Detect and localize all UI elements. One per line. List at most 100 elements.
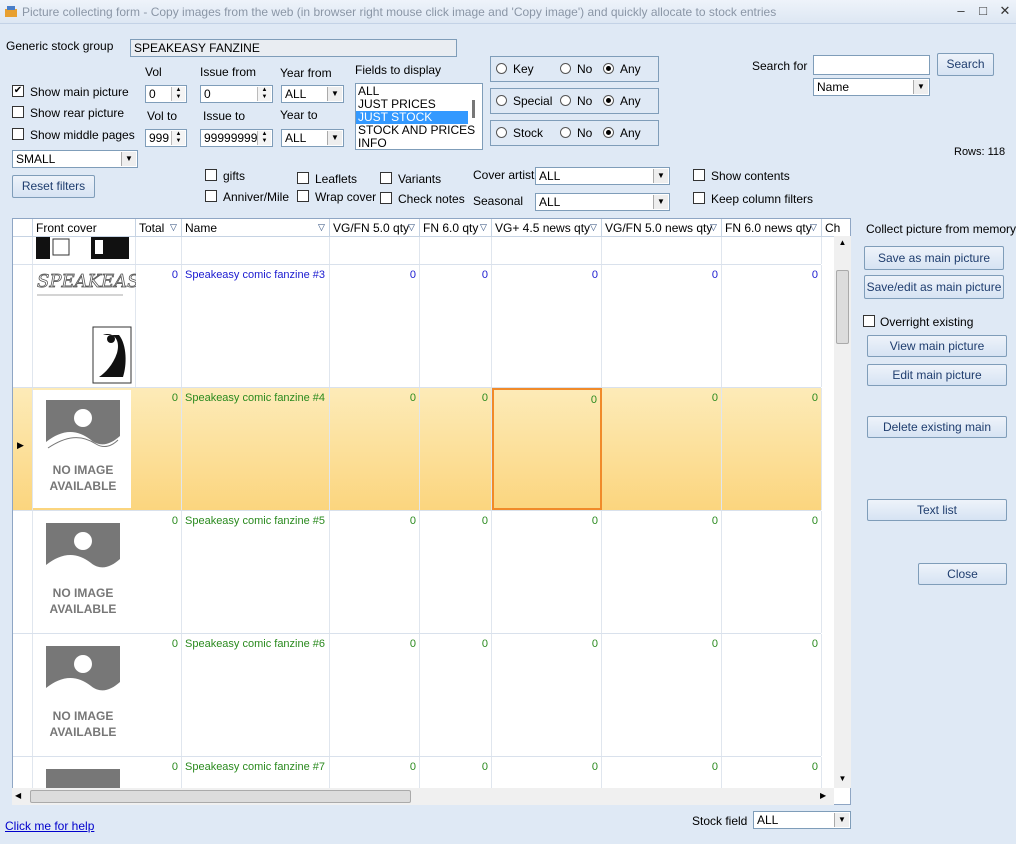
qty-cell[interactable]: 0	[602, 388, 722, 510]
total-cell[interactable]: 0	[136, 388, 182, 510]
key-radio[interactable]	[496, 63, 507, 74]
name-cell[interactable]: Speakeasy comic fanzine #6	[182, 634, 330, 756]
qty-cell-focused[interactable]: 0	[492, 388, 602, 510]
wrap-cover-checkbox[interactable]	[297, 190, 309, 202]
filter-icon[interactable]: ▽	[810, 223, 818, 232]
stock-grid[interactable]: Front cover Total ▽ Name ▽ VG/FN 5.0 qty ▽ …	[12, 218, 851, 805]
fields-to-display-list[interactable]: ALL JUST PRICES JUST STOCK STOCK AND PRI…	[355, 83, 483, 150]
search-button[interactable]: Search	[937, 53, 994, 76]
col-vgfn50-news[interactable]: VG/FN 5.0 news qty ▽	[602, 219, 722, 237]
stock-no-radio[interactable]	[560, 127, 571, 138]
save-as-main-button[interactable]: Save as main picture	[864, 246, 1004, 270]
qty-cell[interactable]: 0	[602, 511, 722, 633]
keep-column-filters-checkbox[interactable]	[693, 192, 705, 204]
fields-option[interactable]: INFO	[356, 137, 482, 150]
special-any-radio[interactable]	[603, 95, 614, 106]
search-field-select[interactable]: Name ▼	[813, 78, 930, 96]
special-radio[interactable]	[496, 95, 507, 106]
table-row-selected[interactable]: ▶ NO IMAGE AVAILABLE 0 Speakeasy comic fa…	[13, 388, 822, 511]
close-button[interactable]: Close	[918, 563, 1007, 585]
reset-filters-button[interactable]: Reset filters	[12, 175, 95, 198]
qty-cell[interactable]: 0	[722, 511, 822, 633]
scroll-down-icon[interactable]: ▼	[836, 774, 849, 784]
year-from-select[interactable]: ALL ▼	[281, 85, 344, 103]
delete-existing-main-button[interactable]: Delete existing main	[867, 416, 1007, 438]
seasonal-select[interactable]: ALL ▼	[535, 193, 670, 211]
minimize-button[interactable]: –	[950, 2, 972, 20]
picture-size-select[interactable]: SMALL ▼	[12, 150, 138, 168]
qty-cell[interactable]: 0	[602, 265, 722, 387]
edit-main-picture-button[interactable]: Edit main picture	[867, 364, 1007, 386]
show-middle-pages-checkbox[interactable]	[12, 128, 24, 140]
vol-to-stepper[interactable]: 999 ▲ ▼	[145, 129, 187, 147]
show-rear-picture-checkbox[interactable]	[12, 106, 24, 118]
vertical-scroll-thumb[interactable]	[836, 270, 849, 344]
qty-cell[interactable]: 0	[722, 265, 822, 387]
qty-cell[interactable]: 0	[420, 388, 492, 510]
table-row[interactable]: SPEAKEASY 0 Speakeasy comic fanzine #3 0…	[13, 265, 822, 388]
scroll-right-icon[interactable]: ▶	[820, 791, 830, 802]
table-row-partial[interactable]	[13, 237, 822, 265]
show-main-picture-checkbox[interactable]: ✔	[12, 85, 24, 97]
scroll-left-icon[interactable]: ◀	[15, 791, 25, 802]
vol-stepper[interactable]: 0 ▲ ▼	[145, 85, 187, 103]
show-contents-checkbox[interactable]	[693, 169, 705, 181]
row-pointer-icon[interactable]: ▶	[13, 388, 33, 510]
issue-from-stepper[interactable]: 0 ▲ ▼	[200, 85, 273, 103]
overright-existing-checkbox[interactable]	[863, 315, 875, 327]
col-total[interactable]: Total ▽	[136, 219, 182, 237]
qty-cell[interactable]: 0	[330, 388, 420, 510]
row-selector[interactable]	[13, 237, 33, 264]
maximize-button[interactable]: □	[972, 2, 994, 20]
save-edit-main-button[interactable]: Save/edit as main picture	[864, 275, 1004, 299]
cover-artist-select[interactable]: ALL ▼	[535, 167, 670, 185]
row-selector[interactable]	[13, 511, 33, 633]
name-cell[interactable]: Speakeasy comic fanzine #4	[182, 388, 330, 510]
col-name[interactable]: Name ▽	[182, 219, 330, 237]
filter-icon[interactable]: ▽	[170, 223, 178, 232]
table-row[interactable]: NO IMAGE AVAILABLE 0 Speakeasy comic fanz…	[13, 511, 822, 634]
leaflets-checkbox[interactable]	[297, 172, 309, 184]
qty-cell[interactable]: 0	[492, 634, 602, 756]
qty-cell[interactable]: 0	[722, 634, 822, 756]
name-cell[interactable]: Speakeasy comic fanzine #5	[182, 511, 330, 633]
gifts-checkbox[interactable]	[205, 169, 217, 181]
key-no-radio[interactable]	[560, 63, 571, 74]
filter-icon[interactable]: ▽	[480, 223, 488, 232]
col-vgfn50[interactable]: VG/FN 5.0 qty ▽	[330, 219, 420, 237]
filter-icon[interactable]: ▽	[590, 223, 598, 232]
variants-checkbox[interactable]	[380, 172, 392, 184]
row-selector[interactable]	[13, 634, 33, 756]
year-to-select[interactable]: ALL ▼	[281, 129, 344, 147]
col-front-cover[interactable]: Front cover	[33, 219, 136, 237]
qty-cell[interactable]: 0	[492, 511, 602, 633]
help-link[interactable]: Click me for help	[5, 819, 94, 833]
total-cell[interactable]: 0	[136, 634, 182, 756]
qty-cell[interactable]: 0	[602, 634, 722, 756]
anniver-checkbox[interactable]	[205, 190, 217, 202]
check-notes-checkbox[interactable]	[380, 192, 392, 204]
filter-icon[interactable]: ▽	[318, 223, 326, 232]
generic-stock-group-field[interactable]: SPEAKEASY FANZINE	[130, 39, 457, 57]
list-scrollbar-thumb[interactable]	[472, 100, 475, 118]
text-list-button[interactable]: Text list	[867, 499, 1007, 521]
qty-cell[interactable]: 0	[330, 634, 420, 756]
view-main-picture-button[interactable]: View main picture	[867, 335, 1007, 357]
close-window-button[interactable]: ✕	[994, 2, 1016, 20]
qty-cell[interactable]: 0	[330, 511, 420, 633]
filter-icon[interactable]: ▽	[710, 223, 718, 232]
horizontal-scroll-thumb[interactable]	[30, 790, 411, 803]
col-fn60[interactable]: FN 6.0 qty ▽	[420, 219, 492, 237]
qty-cell[interactable]: 0	[492, 265, 602, 387]
col-vg45-news[interactable]: VG+ 4.5 news qty ▽	[492, 219, 602, 237]
stock-any-radio[interactable]	[603, 127, 614, 138]
total-cell[interactable]: 0	[136, 265, 182, 387]
qty-cell[interactable]: 0	[420, 634, 492, 756]
key-any-radio[interactable]	[603, 63, 614, 74]
filter-icon[interactable]: ▽	[408, 223, 416, 232]
qty-cell[interactable]: 0	[722, 388, 822, 510]
qty-cell[interactable]: 0	[420, 265, 492, 387]
stock-field-select[interactable]: ALL ▼	[753, 811, 851, 829]
total-cell[interactable]: 0	[136, 511, 182, 633]
qty-cell[interactable]: 0	[420, 511, 492, 633]
